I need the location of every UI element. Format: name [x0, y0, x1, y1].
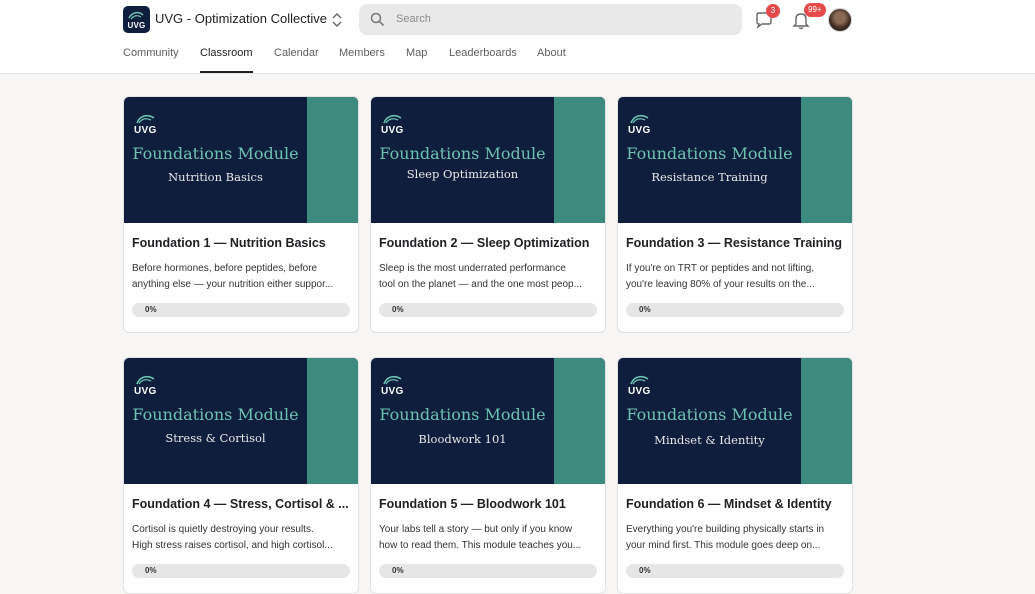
course-thumbnail: UVG Foundations Module Nutrition Basics	[124, 97, 358, 223]
main-nav: Community Classroom Calendar Members Map…	[0, 47, 1035, 73]
thumbnail-stripe	[801, 358, 852, 484]
app-title[interactable]: UVG - Optimization Collective	[155, 11, 327, 26]
course-title: Foundation 4 — Stress, Cortisol & ...	[132, 497, 349, 511]
course-description-line: Cortisol is quietly destroying your resu…	[132, 524, 314, 535]
wave-logo-icon	[383, 114, 402, 124]
tab-community[interactable]: Community	[123, 47, 179, 73]
thumbnail-subtitle: Bloodwork 101	[418, 432, 507, 446]
course-description: Cortisol is quietly destroying your resu…	[132, 522, 354, 554]
progress-bar: 0%	[132, 303, 350, 317]
progress-label: 0%	[639, 566, 651, 575]
thumbnail-heading: Foundations Module	[379, 405, 546, 424]
thumbnail-logo-text: UVG	[628, 386, 651, 397]
tab-about[interactable]: About	[537, 47, 566, 73]
progress-bar: 0%	[132, 564, 350, 578]
course-description: Everything you're building physically st…	[626, 522, 848, 554]
course-thumbnail: UVG Foundations Module Bloodwork 101	[371, 358, 605, 484]
progress-label: 0%	[145, 305, 157, 314]
chat-badge: 3	[766, 4, 780, 18]
progress-bar: 0%	[379, 303, 597, 317]
course-description: Your labs tell a story — but only if you…	[379, 522, 601, 554]
course-thumbnail: UVG Foundations Module Stress & Cortisol	[124, 358, 358, 484]
course-description-line: Before hormones, before peptides, before	[132, 263, 318, 274]
tab-calendar[interactable]: Calendar	[274, 47, 319, 73]
thumbnail-logo-text: UVG	[381, 125, 404, 136]
notifications-badge: 99+	[804, 3, 826, 17]
course-title: Foundation 3 — Resistance Training	[626, 236, 843, 250]
thumbnail-heading: Foundations Module	[132, 405, 299, 424]
course-card[interactable]: UVG Foundations Module Sleep Optimizatio…	[370, 96, 606, 333]
course-description-line: tool on the planet — and the one most pe…	[379, 279, 582, 290]
thumbnail-logo-text: UVG	[381, 386, 404, 397]
tab-leaderboards[interactable]: Leaderboards	[449, 47, 517, 73]
course-card[interactable]: UVG Foundations Module Nutrition Basics …	[123, 96, 359, 333]
course-card[interactable]: UVG Foundations Module Bloodwork 101 Fou…	[370, 357, 606, 594]
course-description: Before hormones, before peptides, before…	[132, 261, 354, 293]
thumbnail-subtitle: Nutrition Basics	[168, 170, 263, 184]
thumbnail-subtitle: Stress & Cortisol	[165, 431, 266, 445]
tab-classroom[interactable]: Classroom	[200, 47, 253, 73]
wave-logo-icon	[136, 114, 155, 124]
course-thumbnail: UVG Foundations Module Mindset & Identit…	[618, 358, 852, 484]
course-card[interactable]: UVG Foundations Module Stress & Cortisol…	[123, 357, 359, 594]
thumbnail-subtitle: Resistance Training	[651, 170, 768, 184]
wave-logo-icon	[383, 375, 402, 385]
course-description-line: your mind first. This module goes deep o…	[626, 540, 821, 551]
chevron-updown-icon[interactable]	[330, 11, 344, 29]
course-description: Sleep is the most underrated performance…	[379, 261, 601, 293]
course-thumbnail: UVG Foundations Module Sleep Optimizatio…	[371, 97, 605, 223]
course-title: Foundation 5 — Bloodwork 101	[379, 497, 566, 511]
course-description: If you're on TRT or peptides and not lif…	[626, 261, 848, 293]
thumbnail-stripe	[554, 97, 605, 223]
progress-bar: 0%	[379, 564, 597, 578]
thumbnail-stripe	[307, 97, 358, 223]
thumbnail-logo-text: UVG	[134, 125, 157, 136]
thumbnail-stripe	[554, 358, 605, 484]
thumbnail-heading: Foundations Module	[626, 405, 793, 424]
tab-map[interactable]: Map	[406, 47, 427, 73]
thumbnail-subtitle: Sleep Optimization	[406, 167, 519, 181]
course-description-line: If you're on TRT or peptides and not lif…	[626, 263, 815, 274]
course-title: Foundation 1 — Nutrition Basics	[132, 236, 326, 250]
course-description-line: High stress raises cortisol, and high co…	[132, 540, 333, 551]
thumbnail-subtitle: Mindset & Identity	[654, 433, 765, 447]
thumbnail-logo-text: UVG	[134, 386, 157, 397]
course-description-line: how to read them. This module teaches yo…	[379, 540, 582, 551]
progress-bar: 0%	[626, 564, 844, 578]
thumbnail-heading: Foundations Module	[132, 144, 299, 163]
thumbnail-logo-text: UVG	[628, 125, 651, 136]
progress-label: 0%	[145, 566, 157, 575]
top-header: UVG UVG - Optimization Collective Search…	[0, 0, 1035, 74]
user-avatar[interactable]	[828, 8, 852, 32]
search-placeholder: Search	[396, 13, 431, 25]
course-thumbnail: UVG Foundations Module Resistance Traini…	[618, 97, 852, 223]
progress-label: 0%	[392, 305, 404, 314]
search-icon	[370, 12, 385, 27]
thumbnail-heading: Foundations Module	[626, 144, 793, 163]
group-logo[interactable]: UVG	[123, 6, 150, 33]
logo-text: UVG	[127, 21, 146, 30]
progress-bar: 0%	[626, 303, 844, 317]
course-card[interactable]: UVG Foundations Module Resistance Traini…	[617, 96, 853, 333]
progress-label: 0%	[392, 566, 404, 575]
course-title: Foundation 2 — Sleep Optimization	[379, 236, 590, 250]
wave-logo-icon	[136, 375, 155, 385]
search-input[interactable]: Search	[359, 4, 742, 35]
tab-members[interactable]: Members	[339, 47, 385, 73]
course-description-line: Your labs tell a story — but only if you…	[379, 524, 573, 535]
course-description-line: you're leaving 80% of your results on th…	[626, 279, 815, 290]
course-description-line: Sleep is the most underrated performance	[379, 263, 566, 274]
course-description-line: Everything you're building physically st…	[626, 524, 825, 535]
course-card[interactable]: UVG Foundations Module Mindset & Identit…	[617, 357, 853, 594]
wave-logo-icon	[630, 375, 649, 385]
wave-logo-icon	[630, 114, 649, 124]
course-title: Foundation 6 — Mindset & Identity	[626, 497, 832, 511]
thumbnail-heading: Foundations Module	[379, 144, 546, 163]
thumbnail-stripe	[801, 97, 852, 223]
course-description-line: anything else — your nutrition either su…	[132, 279, 334, 290]
thumbnail-stripe	[307, 358, 358, 484]
progress-label: 0%	[639, 305, 651, 314]
